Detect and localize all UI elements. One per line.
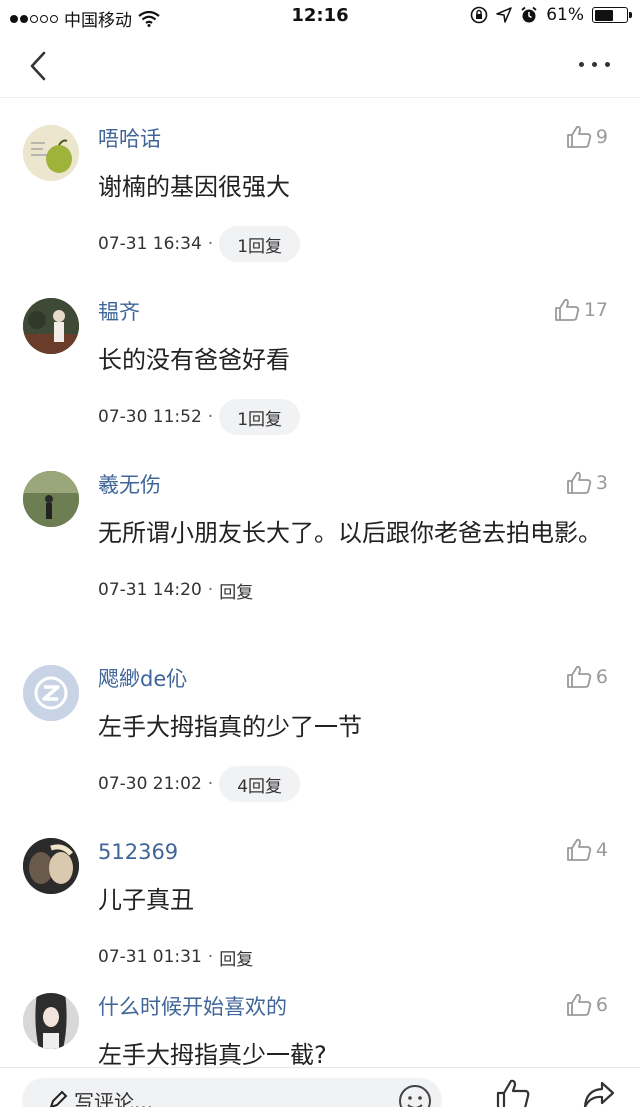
emoji-icon[interactable]	[398, 1084, 432, 1107]
avatar[interactable]	[23, 665, 79, 721]
comment-text: 无所谓小朋友长大了。以后跟你老爸去拍电影。	[98, 519, 602, 547]
comment-item[interactable]: 唔哈话 9 谢楠的基因很强大 07-31 16:34 · 1回复	[0, 125, 640, 263]
comment-like-count: 17	[583, 299, 608, 321]
comment-time: 07-31 01:31	[98, 947, 202, 967]
comment-list: 唔哈话 9 谢楠的基因很强大 07-31 16:34 · 1回复 韫齐 17 长的没有爸爸好看 0…	[0, 99, 640, 1067]
comment-item[interactable]: 飔緲de伈 6 左手大拇指真的少了一节 07-30 21:02 · 4回复	[0, 665, 640, 803]
meta-separator: ·	[207, 407, 214, 427]
meta-separator: ·	[207, 947, 214, 967]
comment-input-placeholder: 写评论...	[74, 1090, 154, 1107]
comment-username[interactable]: 唔哈话	[98, 125, 610, 153]
avatar[interactable]	[23, 471, 79, 527]
comment-username[interactable]: 韫齐	[98, 298, 610, 326]
comment-username[interactable]: 飔緲de伈	[98, 665, 610, 693]
chevron-left-icon	[30, 51, 46, 81]
thumbs-up-icon	[567, 125, 592, 148]
avatar[interactable]	[23, 298, 79, 354]
comment-item[interactable]: 韫齐 17 长的没有爸爸好看 07-30 11:52 · 1回复	[0, 298, 640, 436]
comment-text: 长的没有爸爸好看	[98, 346, 290, 374]
comment-meta: 07-31 14:20 · 回复	[98, 571, 610, 609]
comment-like-count: 3	[595, 472, 608, 494]
comment-reply-button[interactable]: 4回复	[219, 766, 301, 802]
comment-meta: 07-30 21:02 · 4回复	[98, 765, 610, 803]
avatar[interactable]	[23, 993, 79, 1049]
comment-item[interactable]: 羲无伤 3 无所谓小朋友长大了。以后跟你老爸去拍电影。 07-31 14:20 · 回复	[0, 471, 640, 609]
comment-item[interactable]: 512369 4 儿子真丑 07-31 01:31 · 回复	[0, 838, 640, 976]
thumbs-up-icon	[554, 298, 579, 321]
comment-time: 07-30 11:52	[98, 407, 202, 427]
comment-like-button[interactable]: 3	[566, 471, 608, 495]
comment-like-button[interactable]: 6	[566, 665, 608, 689]
comment-meta: 07-31 01:31 · 回复	[98, 938, 610, 976]
avatar[interactable]	[23, 125, 79, 181]
share-icon[interactable]	[582, 1080, 616, 1107]
thumbs-up-icon	[567, 993, 592, 1016]
comment-text: 左手大拇指真的少了一节	[98, 713, 362, 741]
navigation-bar	[0, 34, 640, 98]
status-bar: 中国移动 12:16 61%	[0, 0, 640, 34]
comment-time: 07-31 16:34	[98, 234, 202, 254]
avatar[interactable]	[23, 838, 79, 894]
comment-like-button[interactable]: 17	[554, 298, 608, 322]
thumbs-up-icon	[567, 838, 592, 861]
battery-percent: 61%	[546, 5, 584, 25]
comment-like-button[interactable]: 6	[566, 993, 608, 1017]
comment-username[interactable]: 什么时候开始喜欢的	[98, 993, 610, 1021]
comment-text: 左手大拇指真少一截?	[98, 1041, 327, 1067]
comment-like-count: 9	[595, 126, 608, 148]
comment-like-button[interactable]: 9	[566, 125, 608, 149]
comment-item[interactable]: 什么时候开始喜欢的 6 左手大拇指真少一截?	[0, 993, 640, 1067]
comment-input[interactable]: 写评论...	[22, 1078, 442, 1107]
comment-like-count: 4	[595, 839, 608, 861]
meta-separator: ·	[207, 774, 214, 794]
comment-like-button[interactable]: 4	[566, 838, 608, 862]
comment-meta: 07-30 11:52 · 1回复	[98, 398, 610, 436]
comment-like-count: 6	[595, 994, 608, 1016]
comment-text: 儿子真丑	[98, 886, 194, 914]
comment-username[interactable]: 512369	[98, 838, 610, 866]
comment-reply-button[interactable]: 回复	[219, 945, 253, 970]
alarm-icon	[521, 6, 537, 23]
battery-icon	[592, 7, 632, 23]
more-dots-icon	[579, 62, 584, 67]
bottom-bar: 写评论...	[0, 1067, 640, 1107]
more-button[interactable]	[579, 62, 610, 67]
pen-icon	[49, 1090, 68, 1107]
like-article-button[interactable]	[495, 1078, 531, 1107]
comment-text: 谢楠的基因很强大	[98, 173, 290, 201]
comment-time: 07-31 14:20	[98, 580, 202, 600]
comment-reply-button[interactable]: 1回复	[219, 399, 301, 435]
comment-username[interactable]: 羲无伤	[98, 471, 610, 499]
location-icon	[496, 7, 512, 23]
comment-reply-button[interactable]: 回复	[219, 578, 253, 603]
thumbs-up-icon	[567, 665, 592, 688]
comment-reply-button[interactable]: 1回复	[219, 226, 301, 262]
rotation-lock-icon	[470, 6, 488, 24]
comment-meta: 07-31 16:34 · 1回复	[98, 225, 610, 263]
thumbs-up-icon	[567, 471, 592, 494]
comment-time: 07-30 21:02	[98, 774, 202, 794]
meta-separator: ·	[207, 234, 214, 254]
meta-separator: ·	[207, 580, 214, 600]
back-button[interactable]	[20, 48, 60, 84]
comment-like-count: 6	[595, 666, 608, 688]
